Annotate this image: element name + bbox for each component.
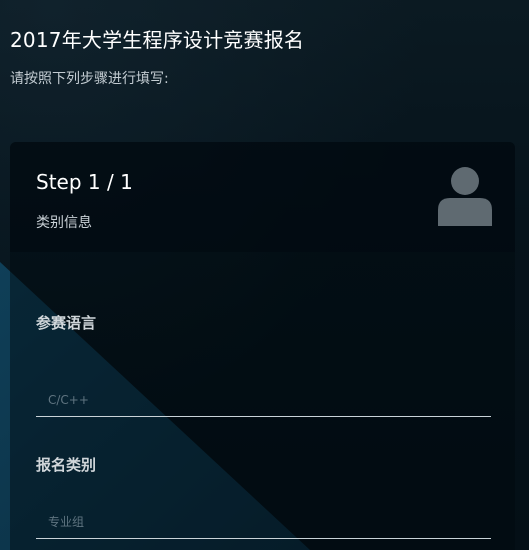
- step-subtitle: 类别信息: [36, 215, 92, 231]
- category-input[interactable]: [36, 505, 491, 539]
- card-header: Step 1 / 1 类别信息: [10, 142, 515, 252]
- language-input[interactable]: [36, 383, 491, 417]
- language-label: 参赛语言: [36, 314, 97, 332]
- step-title: Step 1 / 1: [36, 170, 133, 194]
- page-title: 2017年大学生程序设计竞赛报名: [10, 28, 305, 52]
- page-subtitle: 请按照下列步骤进行填写:: [10, 71, 169, 87]
- category-label: 报名类别: [36, 456, 97, 474]
- form-card: Step 1 / 1 类别信息 参赛语言 报名类别: [10, 142, 515, 550]
- user-icon: [438, 167, 492, 226]
